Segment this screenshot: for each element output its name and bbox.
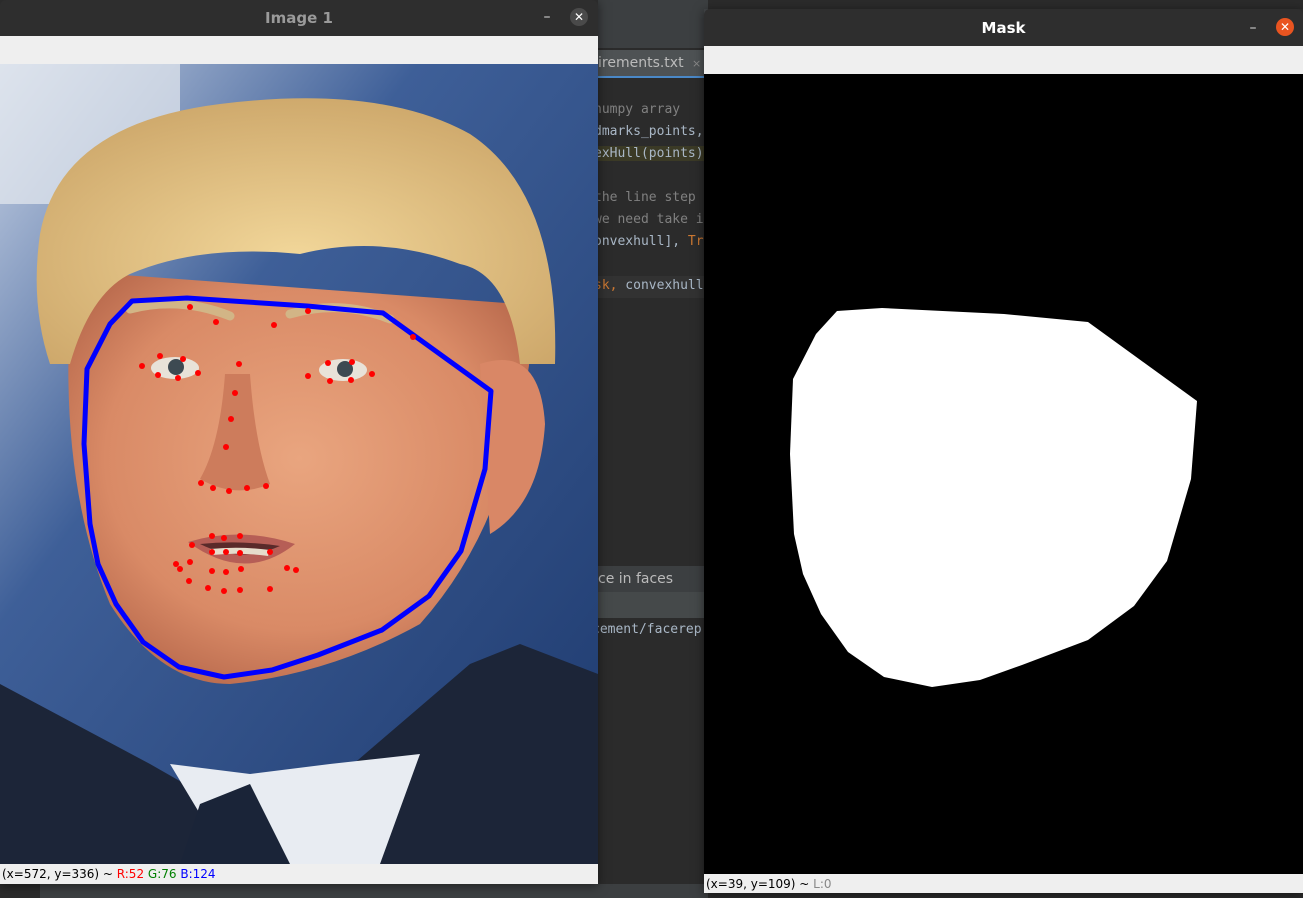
image-window-toolbar	[0, 36, 598, 64]
landmark-point	[155, 372, 161, 378]
ide-tab-label: irements.txt	[598, 55, 684, 71]
landmark-point	[187, 559, 193, 565]
landmark-point	[223, 569, 229, 575]
landmark-point	[293, 567, 299, 573]
landmark-point	[139, 363, 145, 369]
cursor-coordinates: (x=39, y=109) ~	[706, 877, 814, 891]
image-window-statusbar: (x=572, y=336) ~ R:52 G:76 B:124	[0, 864, 598, 884]
landmark-point	[305, 373, 311, 379]
landmark-point	[189, 542, 195, 548]
ide-run-panel-header[interactable]: ce in faces	[598, 566, 706, 592]
image-1-window: Image 1 – ✕ (x=572, y=336) ~ R:52 G:76 B…	[0, 0, 598, 884]
landmark-point	[221, 588, 227, 594]
cursor-coordinates: (x=572, y=336) ~	[2, 867, 117, 881]
landmark-point	[198, 480, 204, 486]
tab-close-icon[interactable]: ×	[692, 57, 701, 70]
landmark-point	[327, 378, 333, 384]
landmark-point	[213, 319, 219, 325]
pixel-luminance-value: L:0	[813, 877, 832, 891]
landmark-point	[228, 416, 234, 422]
code-line: we need take i	[594, 212, 704, 227]
landmark-point	[195, 370, 201, 376]
ide-top-strip	[598, 0, 708, 48]
close-button[interactable]: ✕	[570, 8, 588, 26]
landmark-point	[237, 533, 243, 539]
code-line: dmarks_points,	[594, 124, 704, 139]
window-title: Mask	[981, 19, 1026, 37]
landmark-point	[263, 483, 269, 489]
landmark-point	[209, 568, 215, 574]
mask-window-toolbar	[704, 46, 1303, 74]
face-image[interactable]	[0, 64, 598, 864]
landmark-point	[175, 375, 181, 381]
mask-window-statusbar: (x=39, y=109) ~ L:0	[704, 874, 1303, 893]
ide-console-output: cement/facerep	[592, 622, 702, 637]
landmark-point	[221, 535, 227, 541]
code-line: onvexhull], Tr	[594, 234, 704, 249]
landmark-point	[237, 587, 243, 593]
landmark-point	[210, 485, 216, 491]
mask-image[interactable]	[704, 74, 1303, 874]
landmark-point	[410, 334, 416, 340]
landmark-point	[267, 549, 273, 555]
landmark-point	[223, 549, 229, 555]
landmark-point	[180, 356, 186, 362]
landmark-point	[209, 533, 215, 539]
landmark-point	[205, 585, 211, 591]
code-highlight: exHull(points)	[594, 146, 704, 161]
minimize-button[interactable]: –	[538, 10, 556, 28]
pixel-green-value: G:76	[147, 867, 177, 881]
minimize-button[interactable]: –	[1244, 21, 1262, 39]
landmark-point	[177, 566, 183, 572]
landmark-point	[237, 550, 243, 556]
landmark-point	[173, 561, 179, 567]
pixel-red-value: R:52	[116, 867, 145, 881]
landmark-point	[226, 488, 232, 494]
code-line: numpy array	[594, 102, 681, 117]
landmark-point	[348, 377, 354, 383]
code-line: the line step	[594, 190, 696, 205]
mask-window: Mask – ✕ (x=39, y=109) ~ L:0	[704, 9, 1303, 893]
landmark-point	[209, 549, 215, 555]
landmark-point	[238, 566, 244, 572]
ide-editor-tab[interactable]: irements.txt ×	[598, 50, 708, 78]
close-button[interactable]: ✕	[1276, 18, 1294, 36]
landmark-point	[232, 390, 238, 396]
ide-status-strip	[0, 884, 708, 898]
window-title: Image 1	[265, 9, 333, 27]
mask-window-titlebar[interactable]: Mask – ✕	[704, 9, 1303, 46]
landmark-point	[187, 304, 193, 310]
image-window-titlebar[interactable]: Image 1 – ✕	[0, 0, 598, 36]
landmark-point	[369, 371, 375, 377]
landmark-point	[157, 353, 163, 359]
pixel-blue-value: B:124	[180, 867, 216, 881]
landmark-point	[223, 444, 229, 450]
code-line: sk, convexhull	[594, 278, 704, 293]
ide-status-left	[0, 884, 40, 898]
landmark-point	[267, 586, 273, 592]
landmark-point	[186, 578, 192, 584]
code-line: exHull(points)	[594, 144, 706, 164]
landmark-point	[284, 565, 290, 571]
landmark-point	[244, 485, 250, 491]
landmark-point	[325, 360, 331, 366]
landmark-point	[305, 308, 311, 314]
landmark-point	[349, 359, 355, 365]
ide-run-toolbar	[598, 592, 706, 618]
landmark-point	[236, 361, 242, 367]
landmark-point	[271, 322, 277, 328]
